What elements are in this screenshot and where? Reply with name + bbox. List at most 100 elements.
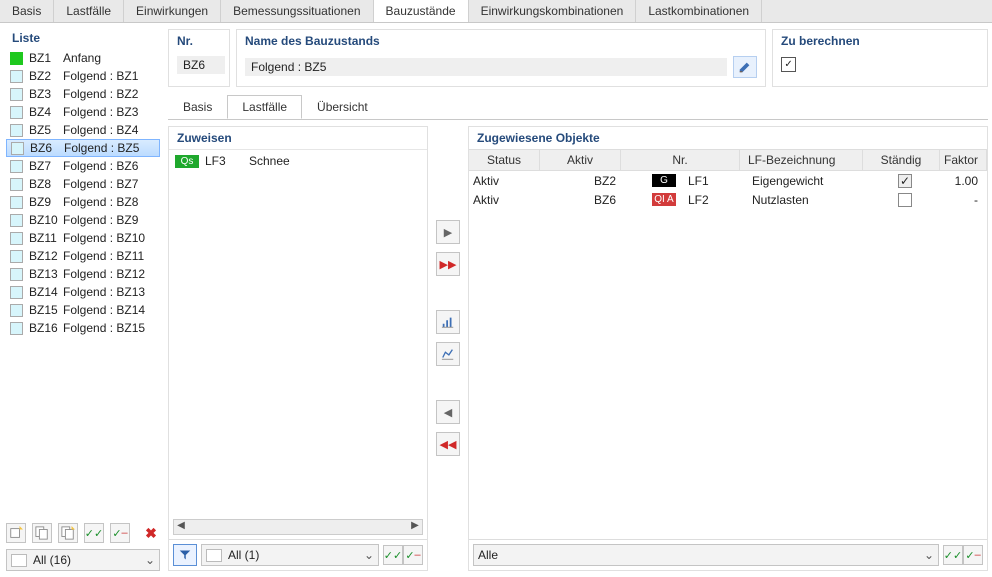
list-item[interactable]: BZ14Folgend : BZ13 <box>6 283 160 301</box>
list-item-bz: BZ11 <box>29 231 63 245</box>
list-item-label: Anfang <box>63 51 101 65</box>
assigned-uncheckall-button[interactable]: ✓– <box>963 545 983 565</box>
list-item-bz: BZ14 <box>29 285 63 299</box>
nr-value: BZ6 <box>177 56 225 74</box>
sub-tab-0[interactable]: Basis <box>168 95 227 119</box>
nr-label: Nr. <box>169 30 229 52</box>
list-item-bz: BZ6 <box>30 141 64 155</box>
nr-box: Nr. BZ6 <box>168 29 230 87</box>
status-swatch <box>10 268 23 281</box>
list-item[interactable]: BZ8Folgend : BZ7 <box>6 175 160 193</box>
assigned-panel: Zugewiesene Objekte StatusAktivNr.LF-Bez… <box>468 126 988 571</box>
list-item-bz: BZ10 <box>29 213 63 227</box>
assign-list[interactable]: QsLF3Schnee <box>169 149 427 519</box>
status-swatch <box>10 250 23 263</box>
col-header[interactable]: Nr. <box>621 150 740 170</box>
move-all-left-button[interactable]: ◀◀ <box>436 432 460 456</box>
status-swatch <box>10 160 23 173</box>
col-header[interactable]: Faktor <box>940 150 987 170</box>
perm-checkbox[interactable]: ✓ <box>898 174 912 188</box>
list-item[interactable]: BZ5Folgend : BZ4 <box>6 121 160 139</box>
uncheckall-button[interactable]: ✓– <box>110 523 130 543</box>
new-button[interactable] <box>6 523 26 543</box>
list-item-bz: BZ3 <box>29 87 63 101</box>
col-header[interactable]: Status <box>469 150 540 170</box>
assign-uncheckall-button[interactable]: ✓– <box>403 545 423 565</box>
main-tab-5[interactable]: Einwirkungskombinationen <box>469 0 637 22</box>
main-tab-0[interactable]: Basis <box>0 0 54 22</box>
sub-tab-2[interactable]: Übersicht <box>302 95 383 119</box>
calc-checkbox[interactable]: ✓ <box>781 57 796 72</box>
checkall-button[interactable]: ✓✓ <box>84 523 104 543</box>
status-swatch <box>10 70 23 83</box>
list-item[interactable]: BZ3Folgend : BZ2 <box>6 85 160 103</box>
tag-badge: G <box>652 174 676 187</box>
assign-filter-label: All (1) <box>228 548 259 562</box>
assigned-body[interactable]: AktivBZ2GLF1Eigengewicht✓1.00AktivBZ6QI … <box>469 171 987 209</box>
list-item-label: Folgend : BZ3 <box>63 105 138 119</box>
sub-tabs: BasisLastfälleÜbersicht <box>168 95 988 120</box>
list-item[interactable]: BZ12Folgend : BZ11 <box>6 247 160 265</box>
table-row[interactable]: AktivBZ6QI ALF2Nutzlasten- <box>469 190 987 209</box>
list-item-label: Folgend : BZ13 <box>63 285 145 299</box>
main-tab-6[interactable]: Lastkombinationen <box>636 0 762 22</box>
move-right-button[interactable]: ▶ <box>436 220 460 244</box>
tool2-button[interactable] <box>436 342 460 366</box>
assigned-filter-dropdown[interactable]: Alle ⌄ <box>473 544 939 566</box>
delete-button[interactable]: ✖ <box>142 524 160 542</box>
assign-filter-button[interactable] <box>173 544 197 566</box>
perm-checkbox[interactable] <box>898 193 912 207</box>
list-item[interactable]: BZ9Folgend : BZ8 <box>6 193 160 211</box>
col-header[interactable]: Ständig <box>863 150 940 170</box>
sub-tab-1[interactable]: Lastfälle <box>227 95 302 119</box>
list-item[interactable]: BZ4Folgend : BZ3 <box>6 103 160 121</box>
list-item[interactable]: BZ11Folgend : BZ10 <box>6 229 160 247</box>
status-swatch <box>10 178 23 191</box>
copy-button[interactable] <box>32 523 52 543</box>
list-item-label: Folgend : BZ14 <box>63 303 145 317</box>
col-header[interactable]: LF-Bezeichnung <box>740 150 863 170</box>
col-header[interactable]: Aktiv <box>540 150 621 170</box>
chevron-down-icon: ⌄ <box>364 548 374 562</box>
main-tab-1[interactable]: Lastfälle <box>54 0 124 22</box>
main-tabs: BasisLastfälleEinwirkungenBemessungssitu… <box>0 0 992 23</box>
list-item[interactable]: BZ7Folgend : BZ6 <box>6 157 160 175</box>
list-item[interactable]: BZ13Folgend : BZ12 <box>6 265 160 283</box>
list-item[interactable]: BZ15Folgend : BZ14 <box>6 301 160 319</box>
main-tab-4[interactable]: Bauzustände <box>374 0 469 22</box>
assigned-checkall-button[interactable]: ✓✓ <box>943 545 963 565</box>
assign-row[interactable]: QsLF3Schnee <box>169 152 427 170</box>
chevron-down-icon: ⌄ <box>924 548 934 562</box>
liste-panel: Liste BZ1AnfangBZ2Folgend : BZ1BZ3Folgen… <box>0 23 166 575</box>
assign-name: Schnee <box>249 154 290 168</box>
assigned-header: StatusAktivNr.LF-BezeichnungStändigFakto… <box>469 149 987 171</box>
list-item[interactable]: BZ10Folgend : BZ9 <box>6 211 160 229</box>
assign-checkall-button[interactable]: ✓✓ <box>383 545 403 565</box>
liste-filter-dropdown[interactable]: All (16) ⌄ <box>6 549 160 571</box>
calc-box: Zu berechnen ✓ <box>772 29 988 87</box>
list-item-label: Folgend : BZ9 <box>63 213 138 227</box>
list-item-bz: BZ16 <box>29 321 63 335</box>
table-row[interactable]: AktivBZ2GLF1Eigengewicht✓1.00 <box>469 171 987 190</box>
list-item-label: Folgend : BZ15 <box>63 321 145 335</box>
status-swatch <box>10 286 23 299</box>
tool1-button[interactable] <box>436 310 460 334</box>
copy2-button[interactable] <box>58 523 78 543</box>
main-tab-3[interactable]: Bemessungssituationen <box>221 0 373 22</box>
transfer-buttons: ▶ ▶▶ ◀ ◀◀ <box>432 126 464 571</box>
assign-filter-dropdown[interactable]: All (1) ⌄ <box>201 544 379 566</box>
assign-title: Zuweisen <box>169 127 427 149</box>
list-item[interactable]: BZ2Folgend : BZ1 <box>6 67 160 85</box>
move-all-right-button[interactable]: ▶▶ <box>436 252 460 276</box>
list-item[interactable]: BZ1Anfang <box>6 49 160 67</box>
edit-name-button[interactable] <box>733 56 757 78</box>
liste-list[interactable]: BZ1AnfangBZ2Folgend : BZ1BZ3Folgend : BZ… <box>6 49 160 517</box>
assigned-title: Zugewiesene Objekte <box>469 127 987 149</box>
main-tab-2[interactable]: Einwirkungen <box>124 0 221 22</box>
list-item[interactable]: BZ16Folgend : BZ15 <box>6 319 160 337</box>
swatch-icon <box>11 554 27 567</box>
name-box: Name des Bauzustands Folgend : BZ5 <box>236 29 766 87</box>
assign-scrollbar[interactable]: ◀▶ <box>173 519 423 535</box>
move-left-button[interactable]: ◀ <box>436 400 460 424</box>
list-item[interactable]: BZ6Folgend : BZ5 <box>6 139 160 157</box>
